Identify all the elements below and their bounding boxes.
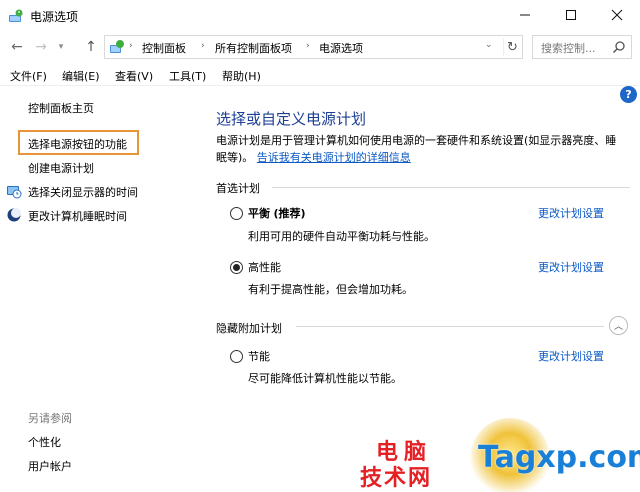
plan-high-performance-change-link[interactable]: 更改计划设置 [538, 259, 604, 275]
collapse-hidden-plans-button[interactable]: ︿ [609, 316, 628, 335]
plan-power-saver-radio[interactable] [230, 350, 243, 363]
plan-balanced-radio[interactable] [230, 207, 243, 220]
sidebar-control-panel-home[interactable]: 控制面板主页 [28, 100, 94, 116]
search-input[interactable]: 搜索控制... [532, 35, 632, 59]
refresh-icon: ↻ [507, 39, 518, 55]
see-also-personalization[interactable]: 个性化 [28, 434, 61, 450]
maximize-icon [566, 10, 576, 20]
search-icon [612, 41, 625, 54]
section-divider [272, 187, 630, 188]
forward-arrow-icon: → [35, 39, 47, 55]
power-options-icon [9, 9, 23, 22]
plan-power-saver-name: 节能 [248, 350, 270, 363]
control-panel-icon [110, 40, 124, 53]
address-dropdown-icon[interactable]: ⌄ [485, 40, 493, 50]
display-timer-icon [7, 186, 22, 199]
search-placeholder: 搜索控制... [541, 42, 596, 55]
minimize-button[interactable] [502, 0, 548, 30]
sidebar-power-button-function[interactable]: 选择电源按钮的功能 [28, 136, 127, 152]
breadcrumb-all-items[interactable]: 所有控制面板项 [215, 40, 292, 56]
menu-view[interactable]: 查看(V) [115, 68, 153, 84]
address-row: ← → ▾ ↑ › 控制面板 › 所有控制面板项 › 电源选项 ⌄ ↻ 搜索控制… [0, 33, 640, 61]
maximize-button[interactable] [548, 0, 594, 30]
see-also-heading: 另请参阅 [28, 412, 72, 425]
close-button[interactable] [594, 0, 640, 30]
menu-bar: 文件(F) 编辑(E) 查看(V) 工具(T) 帮助(H) [0, 64, 640, 86]
breadcrumb-separator-icon: › [129, 41, 133, 51]
back-button[interactable]: ← [6, 37, 28, 57]
up-button[interactable]: ↑ [80, 37, 102, 57]
menu-edit[interactable]: 编辑(E) [62, 68, 100, 84]
plan-power-saver-desc: 尽可能降低计算机性能以节能。 [248, 372, 402, 385]
plan-power-saver-change-link[interactable]: 更改计划设置 [538, 348, 604, 364]
breadcrumb-power-options[interactable]: 电源选项 [319, 40, 363, 56]
see-also-user-accounts[interactable]: 用户帐户 [28, 458, 72, 474]
sidebar-display-off-time[interactable]: 选择关闭显示器的时间 [28, 184, 138, 200]
refresh-button[interactable]: ↻ [503, 38, 521, 56]
plan-balanced-change-link[interactable]: 更改计划设置 [538, 205, 604, 221]
chevron-up-icon: ︿ [613, 322, 623, 332]
title-bar: 电源选项 [0, 0, 640, 32]
menu-tools[interactable]: 工具(T) [169, 68, 206, 84]
breadcrumb-separator-icon: › [201, 41, 205, 51]
sidebar-sleep-time[interactable]: 更改计算机睡眠时间 [28, 208, 127, 224]
address-bar[interactable]: › 控制面板 › 所有控制面板项 › 电源选项 ⌄ ↻ [104, 35, 523, 59]
sleep-moon-icon [7, 208, 21, 222]
plan-high-performance-desc: 有利于提高性能，但会增加功耗。 [248, 283, 413, 296]
plan-balanced-name: 平衡 (推荐) [248, 207, 306, 220]
forward-button[interactable]: → [30, 37, 52, 57]
up-arrow-icon: ↑ [85, 39, 97, 55]
plan-balanced-desc: 利用可用的硬件自动平衡功耗与性能。 [248, 230, 435, 243]
breadcrumb-control-panel[interactable]: 控制面板 [142, 40, 186, 56]
hidden-plans-heading: 隐藏附加计划 [216, 322, 282, 335]
menu-help[interactable]: 帮助(H) [222, 68, 261, 84]
menu-file[interactable]: 文件(F) [10, 68, 47, 84]
close-icon [611, 9, 623, 21]
breadcrumb-separator-icon: › [306, 41, 310, 51]
recent-locations-button[interactable]: ▾ [54, 37, 68, 57]
plan-high-performance-radio[interactable] [230, 261, 243, 274]
power-plan-info-link[interactable]: 告诉我有关电源计划的详细信息 [257, 151, 411, 164]
preferred-plans-heading: 首选计划 [216, 182, 260, 195]
page-title: 选择或自定义电源计划 [216, 110, 367, 128]
section-divider [296, 326, 604, 327]
back-arrow-icon: ← [11, 39, 23, 55]
page-description: 电源计划是用于管理计算机如何使用电源的一套硬件和系统设置(如显示器亮度、睡眠等)… [216, 132, 626, 166]
sidebar-create-power-plan[interactable]: 创建电源计划 [28, 160, 94, 176]
window-title: 电源选项 [30, 10, 79, 24]
watermark-text-cn-2: 技术网 [360, 466, 433, 491]
minimize-icon [520, 14, 530, 16]
chevron-down-icon: ▾ [58, 42, 64, 52]
watermark-text-en: Tagxp.com [478, 440, 640, 475]
plan-high-performance-name: 高性能 [248, 261, 281, 274]
help-icon[interactable]: ? [620, 86, 637, 103]
